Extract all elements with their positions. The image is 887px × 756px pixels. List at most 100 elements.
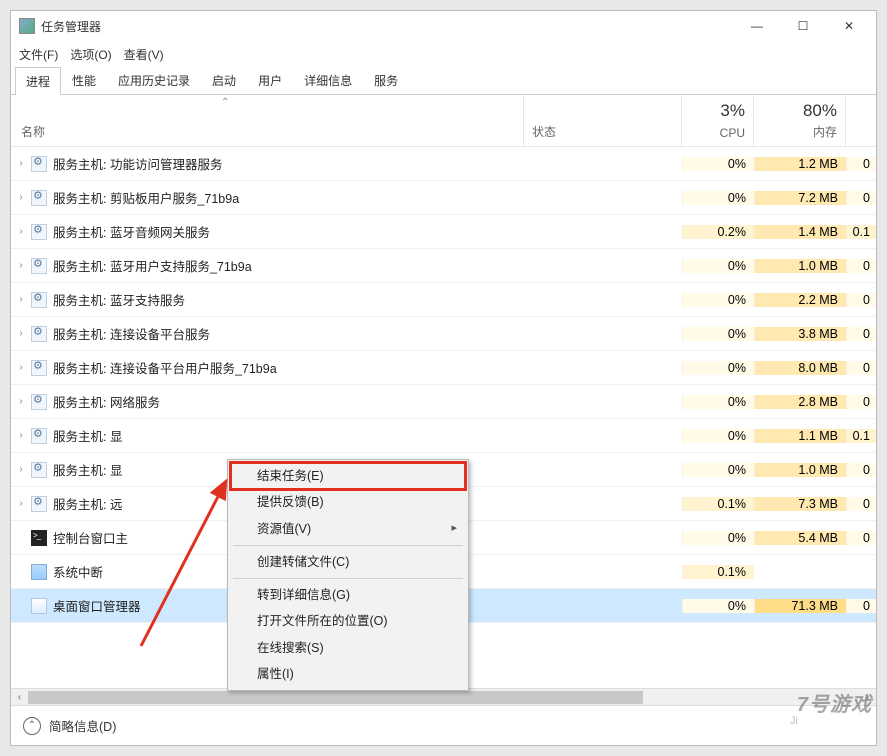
process-row[interactable]: ›服务主机: 功能访问管理器服务0%1.2 MB0 — [11, 147, 876, 181]
cpu-cell: 0% — [682, 395, 754, 409]
scroll-track[interactable] — [28, 689, 859, 706]
expand-icon[interactable]: › — [11, 362, 31, 373]
cpu-cell: 0.1% — [682, 565, 754, 579]
process-row[interactable]: ›服务主机: 连接设备平台用户服务_71b9a0%8.0 MB0 — [11, 351, 876, 385]
process-name: 服务主机: 连接设备平台用户服务_71b9a — [53, 358, 524, 377]
menu-item[interactable]: 在线搜索(S) — [231, 635, 465, 661]
expand-icon[interactable]: › — [11, 396, 31, 407]
disk-cell: 0 — [846, 599, 876, 613]
tab-startup[interactable]: 启动 — [201, 66, 247, 94]
menu-item[interactable]: 创建转储文件(C) — [231, 549, 465, 575]
gear-icon — [31, 428, 47, 444]
tab-processes[interactable]: 进程 — [15, 67, 61, 95]
tab-users[interactable]: 用户 — [247, 66, 293, 94]
header-status[interactable]: 状态 — [524, 95, 682, 146]
dwm-icon — [31, 598, 47, 614]
process-row[interactable]: ›服务主机: 蓝牙支持服务0%2.2 MB0 — [11, 283, 876, 317]
expand-icon[interactable]: › — [11, 430, 31, 441]
process-name: 服务主机: 网络服务 — [53, 392, 524, 411]
tabstrip: 进程 性能 应用历史记录 启动 用户 详细信息 服务 — [11, 67, 876, 95]
expand-icon[interactable]: › — [11, 328, 31, 339]
app-icon — [19, 18, 35, 34]
process-row[interactable]: ›服务主机: 显0%1.1 MB0.1 — [11, 419, 876, 453]
header-mem-label: 内存 — [762, 123, 837, 140]
disk-cell: 0 — [846, 191, 876, 205]
disk-cell: 0 — [846, 157, 876, 171]
disk-cell: 0 — [846, 531, 876, 545]
gear-icon — [31, 292, 47, 308]
menu-separator — [233, 545, 463, 546]
column-headers: ⌃ 名称 状态 3% CPU 80% 内存 — [11, 95, 876, 147]
menu-item[interactable]: 提供反馈(B) — [231, 489, 465, 515]
mem-cell: 2.8 MB — [754, 395, 846, 409]
cpu-cell: 0% — [682, 259, 754, 273]
expand-icon[interactable]: › — [11, 158, 31, 169]
header-name[interactable]: 名称 — [11, 95, 524, 146]
mem-cell: 5.4 MB — [754, 531, 846, 545]
titlebar: 任务管理器 — ☐ ✕ — [11, 11, 876, 41]
chevron-up-icon[interactable]: ⌃ — [23, 717, 41, 735]
header-disk[interactable] — [846, 95, 876, 146]
gear-icon — [31, 360, 47, 376]
process-name: 服务主机: 剪贴板用户服务_71b9a — [53, 188, 524, 207]
menu-item[interactable]: 结束任务(E) — [231, 463, 465, 489]
process-name: 服务主机: 蓝牙用户支持服务_71b9a — [53, 256, 524, 275]
header-memory[interactable]: 80% 内存 — [754, 95, 846, 146]
close-button[interactable]: ✕ — [826, 12, 872, 40]
gear-icon — [31, 258, 47, 274]
expand-icon[interactable]: › — [11, 226, 31, 237]
scroll-left-button[interactable]: ‹ — [11, 689, 28, 706]
window-title: 任务管理器 — [41, 18, 734, 35]
menu-options[interactable]: 选项(O) — [70, 46, 111, 63]
process-row[interactable]: ›服务主机: 蓝牙用户支持服务_71b9a0%1.0 MB0 — [11, 249, 876, 283]
process-row[interactable]: ›服务主机: 网络服务0%2.8 MB0 — [11, 385, 876, 419]
process-row[interactable]: ›服务主机: 蓝牙音频网关服务0.2%1.4 MB0.1 — [11, 215, 876, 249]
gear-icon — [31, 462, 47, 478]
menu-file[interactable]: 文件(F) — [19, 46, 58, 63]
cpu-cell: 0% — [682, 157, 754, 171]
footer: ⌃ 简略信息(D) — [11, 705, 876, 745]
menu-item[interactable]: 打开文件所在的位置(O) — [231, 608, 465, 634]
process-row[interactable]: ›服务主机: 剪贴板用户服务_71b9a0%7.2 MB0 — [11, 181, 876, 215]
header-cpu[interactable]: 3% CPU — [682, 95, 754, 146]
process-name: 服务主机: 连接设备平台服务 — [53, 324, 524, 343]
expand-icon[interactable]: › — [11, 294, 31, 305]
cpu-cell: 0.2% — [682, 225, 754, 239]
menu-item[interactable]: 转到详细信息(G) — [231, 582, 465, 608]
maximize-button[interactable]: ☐ — [780, 12, 826, 40]
mem-cell: 1.0 MB — [754, 259, 846, 273]
tab-app-history[interactable]: 应用历史记录 — [107, 66, 201, 94]
disk-cell: 0 — [846, 361, 876, 375]
mem-cell: 1.0 MB — [754, 463, 846, 477]
menubar: 文件(F) 选项(O) 查看(V) — [11, 41, 876, 67]
fewer-details-link[interactable]: 简略信息(D) — [49, 716, 116, 735]
gear-icon — [31, 496, 47, 512]
tab-performance[interactable]: 性能 — [61, 66, 107, 94]
task-manager-window: 任务管理器 — ☐ ✕ 文件(F) 选项(O) 查看(V) 进程 性能 应用历史… — [10, 10, 877, 746]
mem-cell: 3.8 MB — [754, 327, 846, 341]
cpu-cell: 0% — [682, 327, 754, 341]
cpu-cell: 0% — [682, 531, 754, 545]
tab-details[interactable]: 详细信息 — [293, 66, 363, 94]
disk-cell: 0 — [846, 497, 876, 511]
console-icon — [31, 530, 47, 546]
mem-cell: 71.3 MB — [754, 599, 846, 613]
menu-item[interactable]: 资源值(V) — [231, 516, 465, 542]
minimize-button[interactable]: — — [734, 12, 780, 40]
scroll-right-button[interactable]: › — [859, 689, 876, 706]
disk-cell: 0 — [846, 327, 876, 341]
expand-icon[interactable]: › — [11, 192, 31, 203]
sys-icon — [31, 564, 47, 580]
process-name: 服务主机: 蓝牙音频网关服务 — [53, 222, 524, 241]
expand-icon[interactable]: › — [11, 260, 31, 271]
scroll-thumb[interactable] — [28, 691, 643, 704]
menu-view[interactable]: 查看(V) — [124, 46, 164, 63]
mem-cell: 2.2 MB — [754, 293, 846, 307]
expand-icon[interactable]: › — [11, 464, 31, 475]
expand-icon[interactable]: › — [11, 498, 31, 509]
cpu-cell: 0% — [682, 293, 754, 307]
menu-item[interactable]: 属性(I) — [231, 661, 465, 687]
tab-services[interactable]: 服务 — [363, 66, 409, 94]
gear-icon — [31, 156, 47, 172]
process-row[interactable]: › 服务主机: 连接设备平台服务 0%3.8 MB0 — [11, 317, 876, 351]
